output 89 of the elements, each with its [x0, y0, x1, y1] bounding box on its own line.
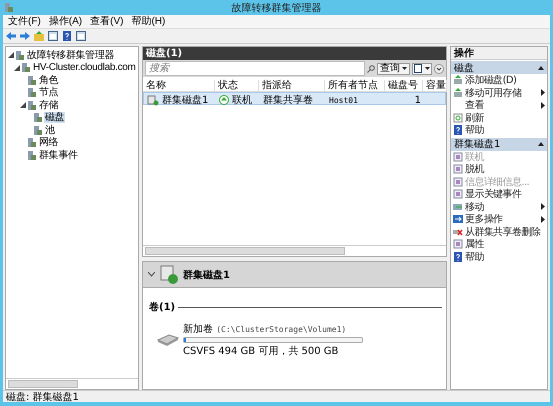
action-link[interactable]: 帮助: [465, 123, 545, 138]
scrollbar[interactable]: [6, 378, 138, 389]
disk-add-icon: [453, 75, 463, 86]
menu-item[interactable]: 帮助(H): [128, 15, 168, 28]
chevron-icon[interactable]: [434, 64, 444, 74]
table-cell-text: 群集共享卷: [263, 94, 313, 107]
menu-item[interactable]: 查看(V): [87, 15, 126, 28]
disk-add-icon: [453, 88, 463, 98]
action-link[interactable]: 移动: [465, 200, 539, 214]
disk-icon: [159, 264, 179, 284]
drive-icon: [157, 333, 179, 347]
window-icon[interactable]: [76, 31, 86, 41]
save-button[interactable]: [412, 62, 432, 74]
action-link[interactable]: 添加磁盘(D): [465, 73, 545, 88]
server-icon: [28, 138, 36, 148]
collapse-icon[interactable]: [14, 64, 20, 71]
server-icon: [22, 63, 30, 72]
group-header[interactable]: 群集磁盘1: [451, 138, 547, 150]
arrow-icon: [453, 214, 463, 224]
action-link[interactable]: 帮助: [465, 250, 545, 264]
action-link[interactable]: 脱机: [465, 162, 545, 176]
tree-item[interactable]: 角色: [38, 74, 60, 86]
page-icon: [453, 152, 463, 162]
help-icon: [453, 252, 463, 262]
panel-title: 操作: [451, 47, 547, 60]
disk-icon: [147, 94, 159, 106]
search-field[interactable]: 搜索: [145, 61, 365, 76]
scrollbar[interactable]: [143, 245, 446, 256]
online-icon: [219, 95, 229, 105]
collapse-icon: [538, 66, 544, 70]
volume-name: 新加卷 (C:\ClusterStorage\Volume1): [183, 322, 348, 336]
panel-title: 磁盘(1): [143, 47, 446, 60]
action-link[interactable]: 从群集共享卷删除: [465, 224, 545, 239]
group-header[interactable]: 磁盘: [451, 61, 547, 74]
page-icon: [453, 189, 463, 200]
tree-item[interactable]: 节点: [38, 87, 60, 98]
tree-item[interactable]: 存储: [38, 100, 60, 111]
back-icon[interactable]: [6, 31, 16, 41]
help-icon[interactable]: [62, 31, 72, 41]
tree-item[interactable]: HV-Cluster.cloudlab.com: [32, 62, 137, 74]
menu-item[interactable]: 操作(A): [46, 15, 86, 28]
save-icon: [414, 64, 430, 73]
table-cell: 1: [414, 94, 421, 106]
window-icon[interactable]: [48, 31, 58, 41]
action-link[interactable]: 刷新: [465, 110, 545, 125]
tree-item[interactable]: 磁盘: [44, 112, 66, 124]
server-icon: [34, 126, 42, 135]
action-link[interactable]: 查看: [465, 98, 539, 112]
collapse-icon[interactable]: [148, 272, 155, 277]
tree-item[interactable]: 池: [44, 124, 56, 136]
server-icon: [28, 88, 36, 98]
action-link[interactable]: 更多操作: [465, 212, 539, 226]
caret-icon: [402, 67, 407, 70]
server-icon: [28, 150, 36, 160]
tree-item[interactable]: 网络: [38, 137, 60, 148]
collapse-icon[interactable]: [8, 52, 14, 58]
detail-title: 群集磁盘1: [183, 268, 230, 282]
status-text: 磁盘: 群集磁盘1: [6, 390, 79, 404]
action-link[interactable]: 移动可用存储: [465, 86, 539, 100]
table-cell: Host01: [329, 96, 358, 104]
tree-item[interactable]: 故障转移群集管理器: [26, 50, 116, 61]
remove-icon: [453, 226, 463, 237]
window-title: 故障转移群集管理器: [232, 2, 322, 14]
page-icon: [453, 164, 463, 174]
server-icon: [34, 113, 42, 122]
section-title: 卷(1): [149, 300, 176, 314]
help-icon: [453, 125, 463, 136]
collapse-icon[interactable]: [20, 102, 26, 108]
table-cell-text: 群集磁盘1: [162, 94, 208, 107]
volume-summary: CSVFS 494 GB 可用，共 500 GB: [183, 344, 340, 358]
query-button[interactable]: 查询: [377, 62, 410, 74]
server-icon: [5, 3, 13, 12]
move-icon: [453, 202, 463, 212]
server-icon: [16, 50, 24, 60]
page-icon: [453, 239, 463, 250]
table-cell-text: 联机: [232, 94, 252, 107]
server-icon: [28, 76, 36, 85]
action-link[interactable]: 属性: [465, 237, 545, 252]
menu-item[interactable]: 文件(F): [5, 15, 44, 28]
collapse-icon: [538, 142, 544, 146]
forward-icon[interactable]: [20, 31, 30, 41]
tree-item[interactable]: 群集事件: [38, 150, 79, 161]
folder-icon[interactable]: [34, 31, 44, 41]
server-icon: [28, 100, 36, 110]
refresh-icon: [453, 112, 463, 123]
page-icon: [453, 176, 463, 187]
table-row[interactable]: 群集磁盘1 联机 群集共享卷 Host01 1: [143, 92, 446, 105]
action-link[interactable]: 显示关键事件: [465, 187, 545, 202]
search-icon: [367, 64, 375, 72]
